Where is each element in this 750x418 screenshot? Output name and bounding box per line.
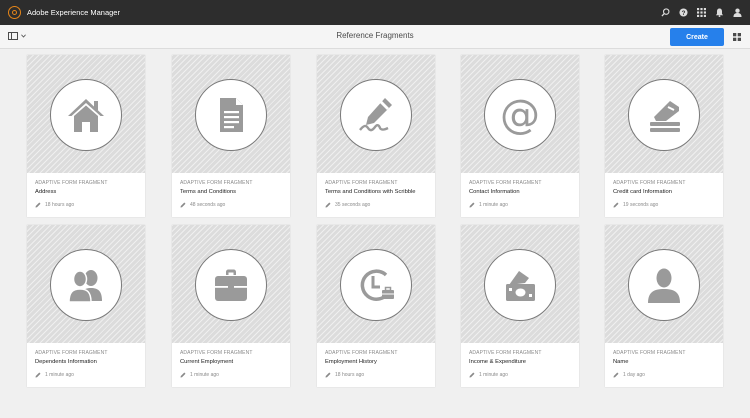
card-title: Current Employment	[180, 359, 286, 365]
pencil-icon	[325, 372, 331, 378]
home-icon	[66, 95, 106, 135]
pencil-icon	[180, 202, 186, 208]
money-icon	[500, 265, 540, 305]
card-modified: 1 day ago	[623, 372, 645, 378]
card-title: Income & Expenditure	[469, 359, 575, 365]
card-thumbnail: @	[461, 55, 579, 173]
card-modified: 1 minute ago	[190, 372, 219, 378]
pencil-icon	[325, 202, 331, 208]
aem-logo-icon[interactable]	[8, 6, 21, 19]
card-thumbnail	[605, 55, 723, 173]
pencil-icon	[613, 372, 619, 378]
card-title: Credit card Information	[613, 189, 719, 195]
card-title: Address	[35, 189, 141, 195]
card-type-label: ADAPTIVE FORM FRAGMENT	[469, 180, 575, 186]
pencil-icon	[469, 372, 475, 378]
card-type-label: ADAPTIVE FORM FRAGMENT	[469, 350, 575, 356]
action-bar: Reference Fragments Create	[0, 25, 750, 49]
help-icon[interactable]: ?	[678, 8, 688, 18]
card-modified: 35 seconds ago	[335, 202, 370, 208]
card-modified: 1 minute ago	[479, 202, 508, 208]
card-type-label: ADAPTIVE FORM FRAGMENT	[35, 180, 141, 186]
card-modified: 18 hours ago	[45, 202, 74, 208]
card-type-label: ADAPTIVE FORM FRAGMENT	[180, 180, 286, 186]
card-modified: 48 seconds ago	[190, 202, 225, 208]
app-title: Adobe Experience Manager	[27, 8, 120, 17]
create-button[interactable]: Create	[670, 28, 724, 46]
pencil-icon	[35, 372, 41, 378]
at-icon: @	[500, 95, 540, 135]
card-title: Contact Information	[469, 189, 575, 195]
card-title: Terms and Conditions	[180, 189, 286, 195]
card-type-label: ADAPTIVE FORM FRAGMENT	[613, 350, 719, 356]
fragment-card-address[interactable]: ADAPTIVE FORM FRAGMENT Address 18 hours …	[27, 55, 145, 217]
pencil-icon	[180, 372, 186, 378]
card-modified: 1 minute ago	[45, 372, 74, 378]
card-thumbnail	[605, 225, 723, 343]
card-modified: 19 seconds ago	[623, 202, 658, 208]
briefcase-icon	[211, 265, 251, 305]
notifications-icon[interactable]	[714, 8, 724, 18]
card-thumbnail	[317, 225, 435, 343]
card-modified: 18 hours ago	[335, 372, 364, 378]
document-icon	[211, 95, 251, 135]
fragment-card-terms-scribble[interactable]: ADAPTIVE FORM FRAGMENT Terms and Conditi…	[317, 55, 435, 217]
fragment-card-name[interactable]: ADAPTIVE FORM FRAGMENT Name 1 day ago	[605, 225, 723, 387]
card-title: Name	[613, 359, 719, 365]
pencil-icon	[35, 202, 41, 208]
card-thumbnail	[27, 225, 145, 343]
fragment-card-income-expenditure[interactable]: ADAPTIVE FORM FRAGMENT Income & Expendit…	[461, 225, 579, 387]
history-icon	[356, 265, 396, 305]
card-thumbnail	[27, 55, 145, 173]
pencil-icon	[469, 202, 475, 208]
fragment-card-current-employment[interactable]: ADAPTIVE FORM FRAGMENT Current Employmen…	[172, 225, 290, 387]
card-modified: 1 minute ago	[479, 372, 508, 378]
credit-card-icon	[644, 95, 684, 135]
fragment-card-credit-card[interactable]: ADAPTIVE FORM FRAGMENT Credit card Infor…	[605, 55, 723, 217]
card-thumbnail	[172, 55, 290, 173]
card-type-label: ADAPTIVE FORM FRAGMENT	[180, 350, 286, 356]
card-thumbnail	[461, 225, 579, 343]
svg-text:@: @	[500, 95, 540, 135]
user-icon[interactable]	[732, 8, 742, 18]
global-navigation-bar: Adobe Experience Manager ?	[0, 0, 750, 25]
card-title: Employment History	[325, 359, 431, 365]
fragment-card-terms[interactable]: ADAPTIVE FORM FRAGMENT Terms and Conditi…	[172, 55, 290, 217]
signature-icon	[356, 95, 396, 135]
card-thumbnail	[172, 225, 290, 343]
apps-icon[interactable]	[696, 8, 706, 18]
pencil-icon	[613, 202, 619, 208]
card-type-label: ADAPTIVE FORM FRAGMENT	[35, 350, 141, 356]
fragment-card-employment-history[interactable]: ADAPTIVE FORM FRAGMENT Employment Histor…	[317, 225, 435, 387]
card-type-label: ADAPTIVE FORM FRAGMENT	[325, 350, 431, 356]
card-title: Terms and Conditions with Scribble	[325, 189, 431, 195]
card-thumbnail	[317, 55, 435, 173]
card-type-label: ADAPTIVE FORM FRAGMENT	[613, 180, 719, 186]
users-icon	[66, 265, 106, 305]
card-type-label: ADAPTIVE FORM FRAGMENT	[325, 180, 431, 186]
svg-text:?: ?	[681, 10, 685, 17]
fragment-card-dependents[interactable]: ADAPTIVE FORM FRAGMENT Dependents Inform…	[27, 225, 145, 387]
card-view-icon[interactable]	[733, 33, 741, 41]
card-title: Dependents Information	[35, 359, 141, 365]
fragment-card-contact[interactable]: @ ADAPTIVE FORM FRAGMENT Contact Informa…	[461, 55, 579, 217]
person-icon	[644, 265, 684, 305]
page-title: Reference Fragments	[0, 31, 750, 40]
search-icon[interactable]	[660, 8, 670, 18]
